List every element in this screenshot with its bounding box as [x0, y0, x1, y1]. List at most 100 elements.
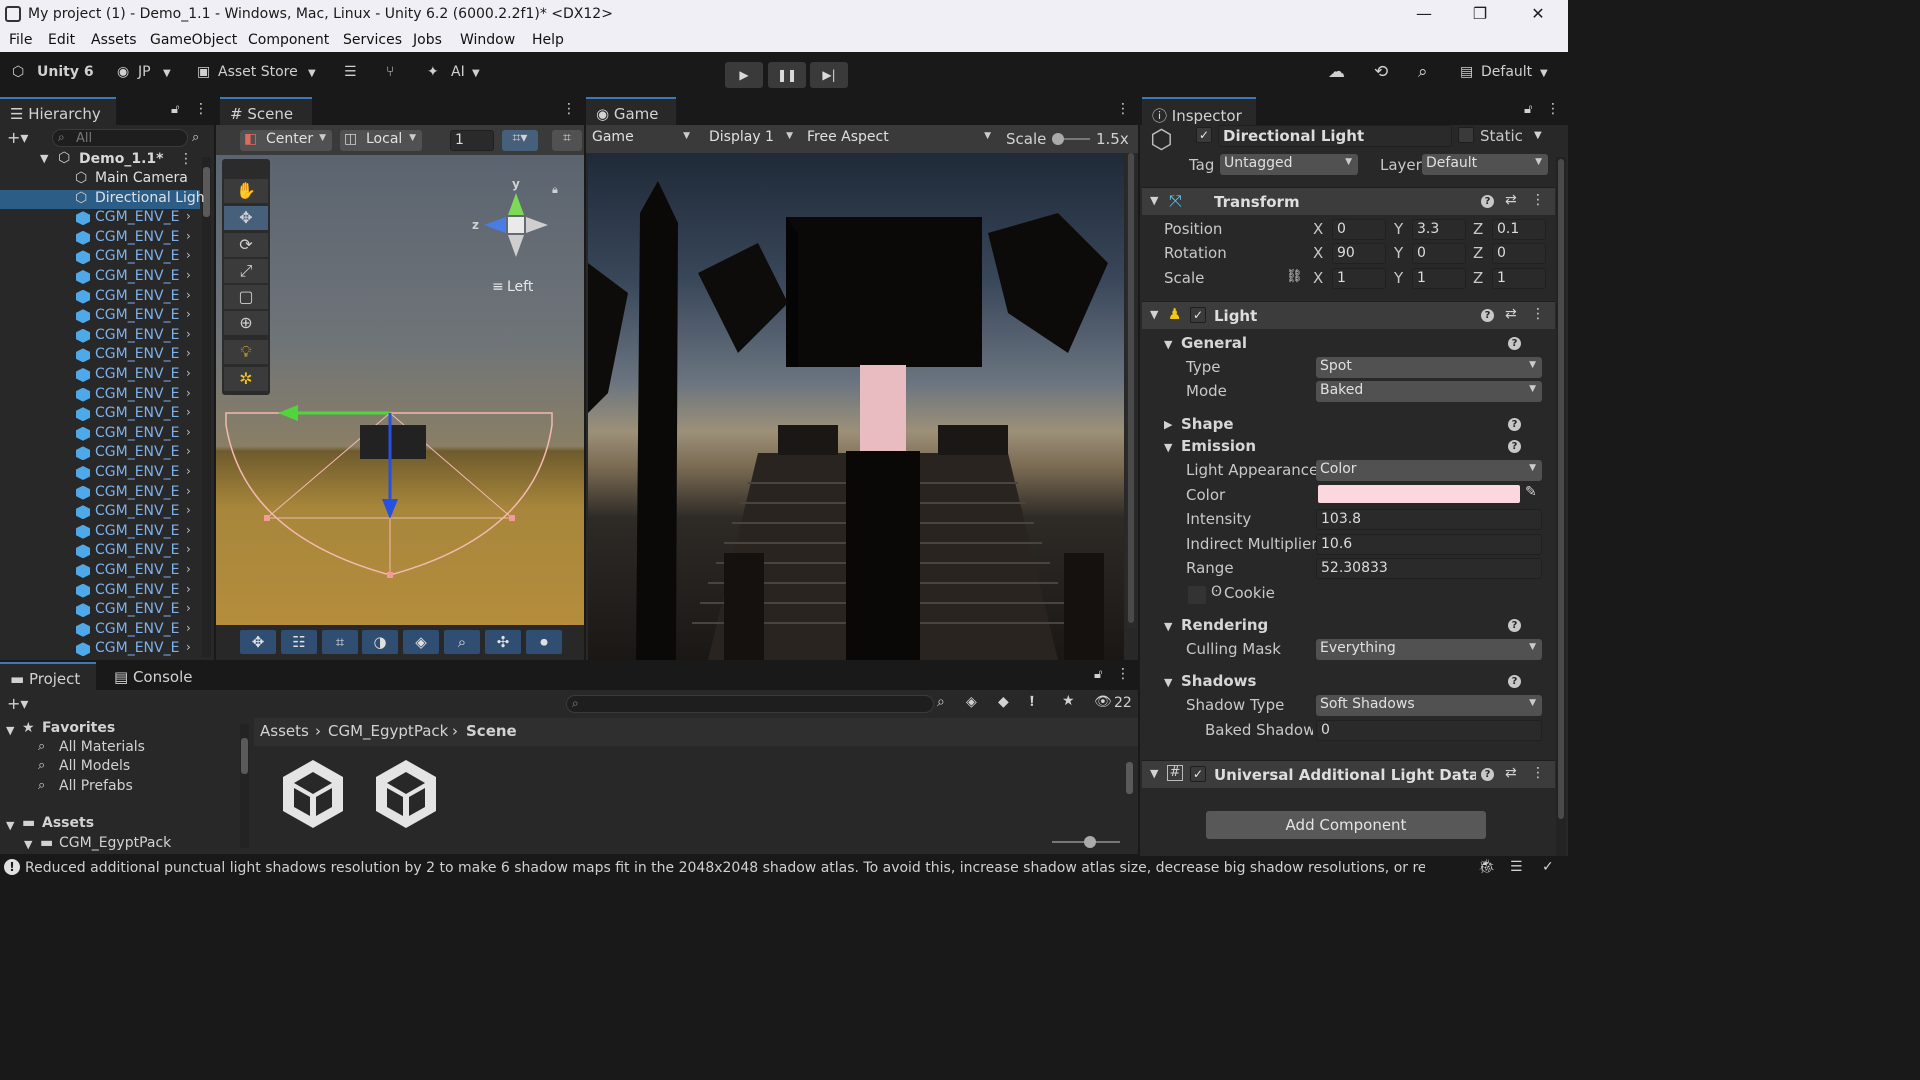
expand-arrow-icon[interactable]: ›: [186, 542, 191, 556]
error-filter-icon[interactable]: ❗︎: [1030, 694, 1034, 710]
move-tool-button[interactable]: ✥: [224, 206, 268, 230]
layers-button[interactable]: ◈: [403, 630, 439, 654]
game-scrollbar[interactable]: [1126, 153, 1136, 628]
project-search-input[interactable]: ⌕: [566, 695, 934, 713]
scene-root-row[interactable]: ▼ ⬡ Demo_1.1* ⋮: [0, 150, 214, 171]
hierarchy-item[interactable]: CGM_ENV_E ›: [0, 229, 200, 249]
expand-arrow-icon[interactable]: ▶: [1164, 418, 1172, 431]
fx-button[interactable]: ✣: [485, 630, 521, 654]
hierarchy-item[interactable]: CGM_ENV_E ›: [0, 562, 200, 582]
hierarchy-item[interactable]: ⬡ Main Camera: [0, 170, 200, 190]
help-icon[interactable]: ?: [1508, 675, 1521, 688]
hierarchy-item[interactable]: CGM_ENV_E ›: [0, 307, 200, 327]
menu-edit[interactable]: Edit: [48, 32, 75, 48]
collapse-arrow-icon[interactable]: ▼: [1164, 338, 1172, 351]
ai-button[interactable]: AI: [451, 64, 465, 80]
scale-slider[interactable]: [1052, 133, 1090, 145]
layer-dropdown[interactable]: Default: [1422, 154, 1548, 175]
rendering-foldout[interactable]: Rendering: [1181, 616, 1268, 634]
hierarchy-item[interactable]: CGM_ENV_E ›: [0, 386, 200, 406]
transform-position-z-field[interactable]: 0.1: [1492, 219, 1546, 240]
expand-arrow-icon[interactable]: ›: [186, 307, 191, 321]
maximize-button[interactable]: ❐: [1452, 0, 1508, 30]
lock-icon[interactable]: 🔒︎: [552, 183, 558, 197]
scale-slider-thumb[interactable]: [1052, 133, 1064, 145]
expand-arrow-icon[interactable]: ›: [186, 503, 191, 517]
ai-sparkle-icon[interactable]: ✦: [427, 64, 439, 80]
aspect-dropdown[interactable]: Free Aspect: [803, 128, 997, 149]
expand-arrow-icon[interactable]: ›: [186, 621, 191, 635]
transform-rotation-z-field[interactable]: 0: [1492, 243, 1546, 264]
minimize-button[interactable]: —: [1396, 0, 1452, 30]
urp-light-data-header[interactable]: ▼ # ✓ Universal Additional Light Data (S…: [1142, 760, 1555, 788]
collapse-arrow-icon[interactable]: ▼: [6, 724, 14, 737]
kebab-menu-icon[interactable]: ⋮: [1531, 306, 1545, 322]
asset-grid-scrollbar[interactable]: [1124, 750, 1134, 824]
menu-services[interactable]: Services: [343, 32, 402, 48]
hierarchy-item[interactable]: CGM_ENV_E ›: [0, 621, 200, 641]
scale-tool-button[interactable]: ⤢: [224, 259, 268, 283]
kebab-menu-icon[interactable]: ⋮: [179, 151, 193, 167]
view-menu-icon[interactable]: ≡: [492, 279, 504, 295]
lock-icon[interactable]: 🔓︎: [1094, 667, 1102, 682]
kebab-menu-icon[interactable]: ⋮: [1116, 666, 1130, 682]
collapse-arrow-icon[interactable]: ▼: [6, 819, 14, 832]
version-control-icon[interactable]: ⑂: [386, 64, 394, 80]
hidden-packages-icon[interactable]: 👁︎: [1094, 694, 1112, 710]
history-icon[interactable]: ⟲: [1374, 62, 1388, 82]
stack-icon[interactable]: ☰: [1510, 859, 1523, 875]
tab-game[interactable]: ◉ Game: [586, 97, 676, 125]
transform-header[interactable]: ▼ ⤧ Transform ? ⇄ ⋮: [1142, 187, 1555, 215]
shading-button[interactable]: ◑: [362, 630, 398, 654]
range-field[interactable]: 52.30833: [1316, 558, 1542, 579]
rotate-tool-button[interactable]: ⟳: [224, 233, 268, 257]
expand-arrow-icon[interactable]: ›: [186, 601, 191, 615]
object-picker-icon[interactable]: ʘ: [1211, 584, 1222, 600]
cloud-icon[interactable]: ☁: [1328, 62, 1345, 82]
hierarchy-item[interactable]: CGM_ENV_E ›: [0, 523, 200, 543]
hierarchy-item[interactable]: CGM_ENV_E ›: [0, 444, 200, 464]
kebab-menu-icon[interactable]: ⋮: [1531, 192, 1545, 208]
color-swatch[interactable]: [1318, 485, 1520, 503]
grid-size-field[interactable]: 1: [450, 130, 494, 151]
scene-asset-icon[interactable]: [280, 758, 346, 830]
preset-icon[interactable]: ⇄: [1505, 765, 1517, 781]
scrollbar-thumb[interactable]: [241, 738, 248, 774]
layout-dropdown[interactable]: Default: [1481, 64, 1532, 80]
expand-arrow-icon[interactable]: ›: [186, 366, 191, 380]
hierarchy-item[interactable]: CGM_ENV_E ›: [0, 405, 200, 425]
hand-tool-button[interactable]: ✋: [224, 179, 268, 203]
search-icon[interactable]: ⌕: [1418, 62, 1428, 82]
expand-arrow-icon[interactable]: ›: [186, 268, 191, 282]
culling-mask-dropdown[interactable]: Everything: [1316, 639, 1542, 660]
light-mode-dropdown[interactable]: Baked: [1316, 381, 1542, 402]
layout-icon[interactable]: ▤: [1460, 64, 1473, 80]
hierarchy-item[interactable]: CGM_ENV_E ›: [0, 640, 200, 660]
collapse-arrow-icon[interactable]: ▼: [24, 838, 32, 851]
rect-tool-button[interactable]: ▢: [224, 285, 268, 309]
debug-icon[interactable]: 🐞︎: [1478, 859, 1496, 875]
move-overlay-button[interactable]: ✥: [240, 630, 276, 654]
expand-arrow-icon[interactable]: ›: [186, 288, 191, 302]
help-icon[interactable]: ?: [1508, 418, 1521, 431]
kebab-menu-icon[interactable]: ⋮: [1546, 101, 1560, 117]
emission-foldout[interactable]: Emission: [1181, 437, 1256, 455]
help-icon[interactable]: ?: [1481, 309, 1494, 322]
menu-jobs[interactable]: Jobs: [413, 32, 442, 48]
label-icon[interactable]: ◆: [998, 694, 1009, 710]
hierarchy-item[interactable]: CGM_ENV_E ›: [0, 346, 200, 366]
tab-project[interactable]: ▬ Project: [0, 662, 96, 690]
create-asset-button[interactable]: +▾: [7, 694, 28, 713]
hierarchy-item[interactable]: CGM_ENV_E ›: [0, 366, 200, 386]
favorite-all-models[interactable]: All Models: [59, 758, 130, 774]
general-foldout[interactable]: General: [1181, 334, 1247, 352]
menu-component[interactable]: Component: [248, 32, 329, 48]
step-button[interactable]: ▶|: [810, 62, 848, 88]
transform-scale-y-field[interactable]: 1: [1412, 268, 1466, 289]
breadcrumb-assets[interactable]: Assets: [260, 722, 309, 740]
asset-store-button[interactable]: Asset Store: [218, 64, 298, 80]
active-checkbox[interactable]: ✓: [1196, 127, 1212, 143]
inspector-scrollbar[interactable]: [1556, 157, 1566, 857]
search-by-type-icon[interactable]: ⌕: [937, 694, 945, 710]
collapse-arrow-icon[interactable]: ▼: [1164, 441, 1172, 454]
